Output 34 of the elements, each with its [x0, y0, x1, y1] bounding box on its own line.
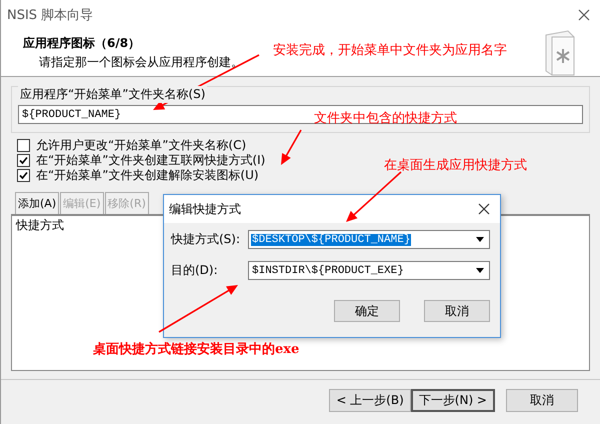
column-header: 快捷方式: [14, 217, 65, 234]
annotation-text: 在桌面生成应用快捷方式: [384, 157, 527, 174]
dialog-title: 编辑快捷方式: [169, 200, 241, 218]
dropdown-icon[interactable]: [476, 268, 484, 273]
annotation-text: 桌面快捷方式链接安装目录中的exe: [93, 340, 300, 358]
nav-button[interactable]: 取消: [506, 389, 578, 412]
nav-button[interactable]: 下一步(N) >: [410, 389, 495, 412]
checkbox[interactable]: [17, 168, 30, 182]
page-title: 应用程序图标（6/8）: [23, 35, 142, 52]
annotation-arrow: [346, 171, 402, 222]
checkbox-label: 在“开始菜单”文件夹创建解除安装图标(U): [36, 166, 259, 184]
dropdown-icon[interactable]: [476, 237, 484, 242]
checkbox[interactable]: [17, 154, 30, 166]
dialog-button[interactable]: 取消: [424, 300, 490, 322]
annotation-text: 安装完成，开始菜单中文件夹为应用名字: [273, 42, 507, 59]
combo-value: $INSTDIR\${PRODUCT_EXE}: [251, 264, 405, 276]
combo-box[interactable]: $DESKTOP\${PRODUCT_NAME}: [248, 230, 490, 249]
toolbar-tab[interactable]: 添加(A): [15, 192, 60, 214]
field-label: 快捷方式(S):: [171, 231, 242, 248]
combo-value: $DESKTOP\${PRODUCT_NAME}: [251, 234, 412, 246]
annotation-arrow: [281, 130, 302, 165]
annotation-text: 文件夹中包含的快捷方式: [314, 110, 457, 127]
combo-box[interactable]: $INSTDIR\${PRODUCT_EXE}: [248, 261, 490, 280]
page-subtitle: 请指定那一个图标会从应用程序创建。: [38, 54, 243, 71]
checkbox-label: 允许用户更改“开始菜单”文件夹名称(C): [36, 136, 246, 154]
checkbox-label: 在“开始菜单”文件夹创建互联网快捷方式(I): [36, 152, 266, 168]
field-label: 目的(D):: [171, 262, 219, 279]
dialog-button[interactable]: 确定: [334, 300, 400, 322]
close-icon[interactable]: [578, 9, 590, 21]
nav-button[interactable]: < 上一步(B): [329, 389, 411, 412]
group-label: 应用程序“开始菜单”文件夹名称(S): [18, 86, 208, 103]
close-icon[interactable]: [478, 203, 490, 215]
checkbox[interactable]: [17, 138, 30, 152]
window-title: NSIS 脚本向导: [7, 7, 94, 24]
